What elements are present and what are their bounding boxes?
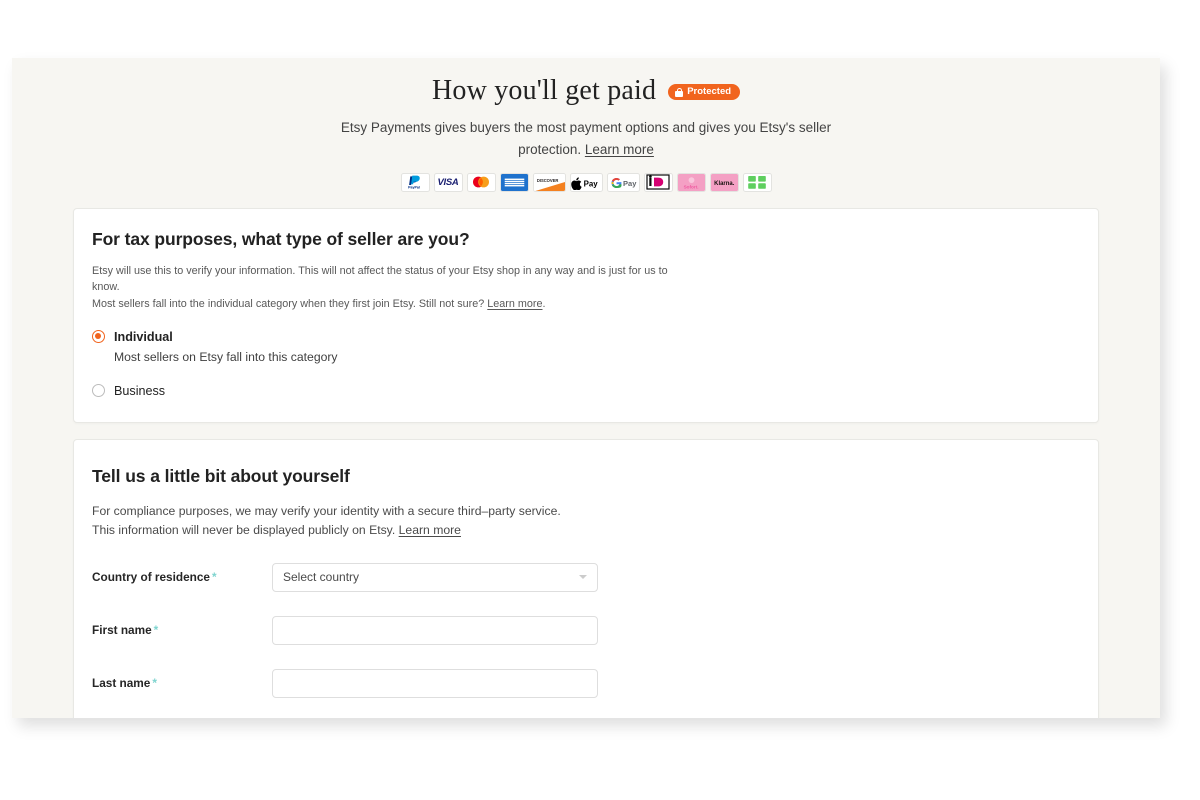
- hero-subtitle: Etsy Payments gives buyers the most paym…: [331, 117, 841, 161]
- about-you-description: For compliance purposes, we may verify y…: [92, 502, 612, 541]
- mastercard-icon: [466, 172, 496, 192]
- sofort-icon: Sofort.: [676, 172, 706, 192]
- giftcard-icon: [742, 172, 772, 192]
- hero-section: How you'll get paid Protected Etsy Payme…: [12, 58, 1160, 208]
- page-window: How you'll get paid Protected Etsy Payme…: [12, 58, 1160, 718]
- country-select[interactable]: Select country: [272, 562, 598, 592]
- lock-icon: [675, 87, 684, 97]
- country-required-marker: *: [212, 570, 217, 585]
- about-you-card: Tell us a little bit about yourself For …: [73, 439, 1099, 718]
- last-name-required-marker: *: [152, 676, 157, 691]
- about-you-title: Tell us a little bit about yourself: [92, 466, 350, 487]
- radio-option-individual[interactable]: Individual Most sellers on Etsy fall int…: [92, 328, 1080, 365]
- radio-individual-label: Individual: [114, 329, 173, 344]
- visa-icon: VISA: [433, 172, 463, 192]
- seller-type-description-line2: Most sellers fall into the individual ca…: [92, 298, 488, 311]
- svg-text:Klarna.: Klarna.: [714, 181, 734, 187]
- seller-type-learn-more-link[interactable]: Learn more: [487, 298, 542, 310]
- amex-icon: [499, 172, 529, 192]
- seller-type-description-tail: .: [542, 298, 546, 311]
- country-label-text: Country of residence: [92, 570, 210, 585]
- country-label: Country of residence *: [92, 570, 272, 584]
- hero-learn-more-link[interactable]: Learn more: [585, 142, 654, 157]
- seller-type-card: For tax purposes, what type of seller ar…: [73, 207, 1099, 424]
- status-badge-label: Protected: [687, 86, 732, 98]
- paypal-icon: PayPal: [400, 172, 430, 192]
- hero-title-row: How you'll get paid Protected: [12, 75, 1160, 107]
- form-row-country: Country of residence * Select country: [92, 562, 1080, 592]
- seller-type-description: Etsy will use this to verify your inform…: [92, 263, 692, 313]
- seller-type-title: For tax purposes, what type of seller ar…: [92, 228, 470, 249]
- seller-type-radio-group: Individual Most sellers on Etsy fall int…: [92, 328, 1080, 400]
- svg-text:PayPal: PayPal: [408, 186, 420, 190]
- svg-text:Sofort.: Sofort.: [683, 184, 698, 189]
- klarna-icon: Klarna.: [709, 172, 739, 192]
- about-you-learn-more-link[interactable]: Learn more: [399, 523, 461, 537]
- last-name-input[interactable]: [272, 668, 598, 698]
- first-name-input[interactable]: [272, 615, 598, 645]
- apple-pay-icon: Pay: [569, 172, 603, 192]
- seller-type-description-line1: Etsy will use this to verify your inform…: [92, 264, 668, 294]
- form-row-last-name: Last name *: [92, 668, 1080, 698]
- form-row-first-name: First name *: [92, 615, 1080, 645]
- google-pay-icon: Pay: [606, 172, 640, 192]
- about-you-description-line1: For compliance purposes, we may verify y…: [92, 504, 561, 519]
- first-name-required-marker: *: [153, 623, 159, 638]
- chevron-down-icon: [579, 575, 587, 580]
- radio-individual-indicator[interactable]: [92, 329, 105, 343]
- svg-text:Pay: Pay: [583, 179, 598, 188]
- svg-text:Pay: Pay: [623, 179, 637, 188]
- page-title: How you'll get paid: [431, 75, 657, 106]
- last-name-label-text: Last name: [92, 676, 151, 691]
- first-name-label: First name *: [92, 623, 272, 637]
- radio-option-business[interactable]: Business: [92, 382, 1080, 400]
- last-name-label: Last name *: [92, 676, 272, 690]
- payment-methods-row: PayPal VISA DISCOVER Pay Pay Sofort. Kla…: [12, 172, 1160, 192]
- radio-business-label: Business: [114, 384, 166, 399]
- country-select-value: Select country: [283, 570, 360, 585]
- svg-text:DISCOVER: DISCOVER: [536, 178, 558, 183]
- radio-business-indicator[interactable]: [92, 384, 105, 398]
- discover-icon: DISCOVER: [532, 172, 566, 192]
- about-you-description-line2: This information will never be displayed…: [92, 523, 399, 538]
- status-badge-protected: Protected: [668, 84, 741, 100]
- first-name-label-text: First name: [92, 623, 152, 638]
- radio-individual-help: Most sellers on Etsy fall into this cate…: [114, 349, 338, 364]
- ideal-icon: [643, 172, 673, 192]
